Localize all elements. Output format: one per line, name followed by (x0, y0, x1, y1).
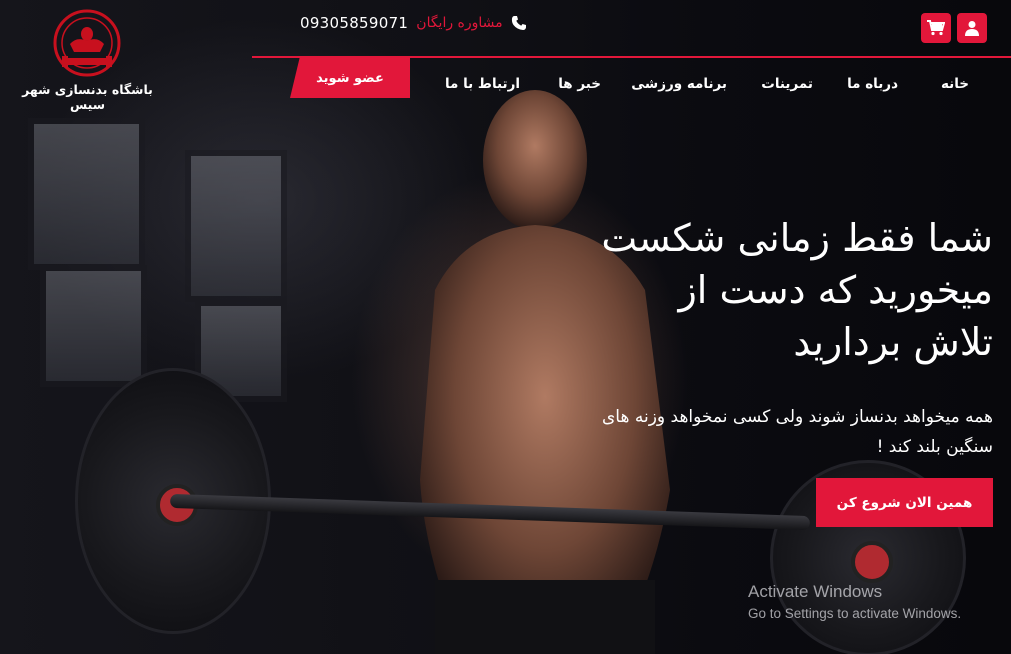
plate-hub (851, 541, 893, 583)
cart-icon (927, 20, 945, 36)
top-bar: 09305859071 مشاوره رایگان (0, 0, 1011, 56)
header-divider (252, 56, 1011, 58)
free-consultation-label: مشاوره رایگان (416, 15, 503, 31)
join-button[interactable]: عضو شوید (290, 58, 410, 98)
background-window (40, 265, 147, 387)
brand-logo[interactable] (52, 8, 122, 78)
phone-icon (511, 16, 526, 30)
background-window (185, 150, 287, 302)
windows-activation-watermark: Activate Windows Go to Settings to activ… (748, 581, 1008, 624)
user-icon (965, 21, 979, 36)
nav-item-exercises[interactable]: تمرینات (761, 76, 813, 92)
background-window (28, 118, 145, 270)
hero-subtitle-line: همه میخواهد بدنساز شوند ولی کسی نمخواهد … (602, 407, 993, 427)
nav-item-workout-program[interactable]: برنامه ورزشی (631, 76, 727, 92)
nav-item-home[interactable]: خانه (941, 76, 969, 92)
watermark-title: Activate Windows (748, 582, 883, 601)
hero-subtitle-line: سنگین بلند کند ! (876, 437, 993, 457)
brand-name[interactable]: باشگاه بدنسازی شهر سیس (10, 82, 165, 112)
page: 09305859071 مشاوره رایگان باشگاه بدنسازی… (0, 0, 1011, 654)
nav-item-news[interactable]: خبر ها (558, 76, 601, 92)
user-account-button[interactable] (957, 13, 987, 43)
phone-number[interactable]: 09305859071 (300, 14, 408, 32)
start-now-button[interactable]: همین الان شروع کن (816, 478, 993, 527)
nav-item-about[interactable]: درباه ما (847, 76, 898, 92)
watermark-subtitle: Go to Settings to activate Windows. (748, 606, 962, 621)
nav-item-contact[interactable]: ارتباط با ما (445, 76, 520, 92)
hero-title-line: شما فقط زمانی شکست (601, 216, 993, 260)
contact-info: 09305859071 مشاوره رایگان (300, 14, 527, 32)
hero-title-line: میخورید که دست از (678, 268, 993, 312)
hero-subtitle: همه میخواهد بدنساز شوند ولی کسی نمخواهد … (523, 402, 993, 462)
cart-button[interactable] (921, 13, 951, 43)
hero-title-line: تلاش بردارید (793, 320, 993, 364)
hero-title: شما فقط زمانی شکست میخورید که دست از تلا… (523, 212, 993, 368)
